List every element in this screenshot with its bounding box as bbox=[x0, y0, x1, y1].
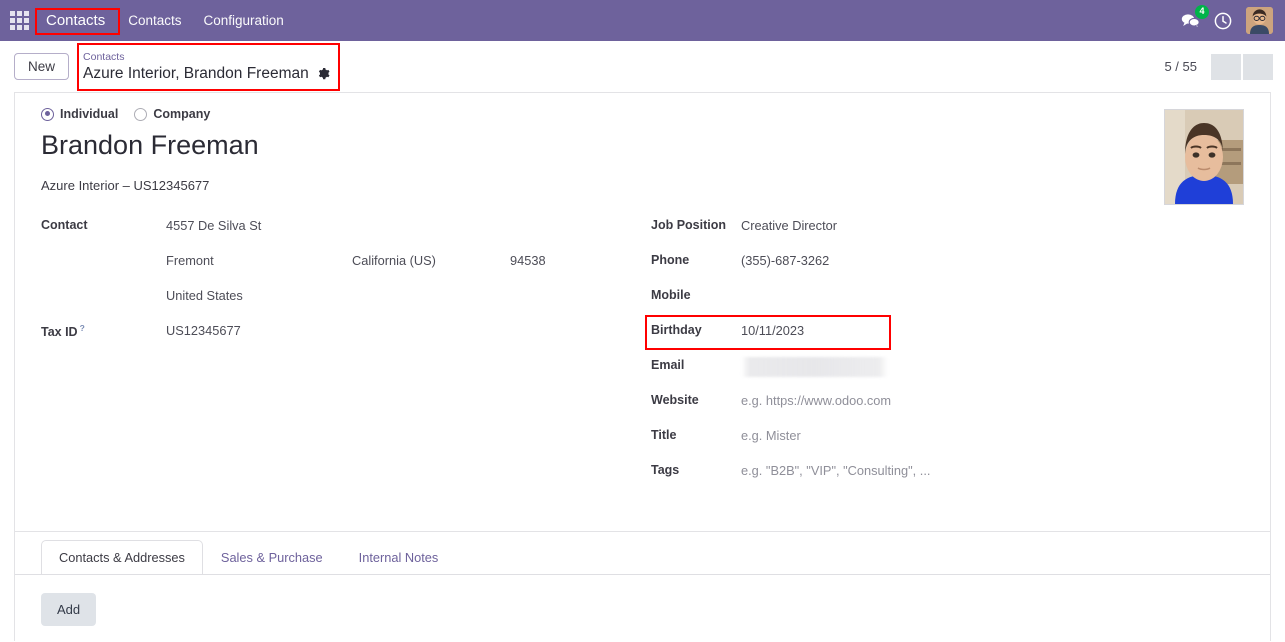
top-navbar: Contacts Contacts Configuration 4 bbox=[0, 0, 1285, 41]
breadcrumb: Contacts Azure Interior, Brandon Freeman bbox=[77, 42, 340, 91]
field-email: Email bbox=[651, 355, 1244, 382]
address-line: Fremont California (US) 94538 bbox=[166, 250, 546, 268]
clock-icon[interactable] bbox=[1214, 12, 1232, 30]
pager: 5 / 55 bbox=[1164, 53, 1273, 80]
value-phone[interactable]: (355)-687-3262 bbox=[741, 250, 829, 268]
tab-internal-notes[interactable]: Internal Notes bbox=[341, 540, 457, 575]
label-birthday: Birthday bbox=[651, 323, 702, 337]
breadcrumb-current-record: Azure Interior, Brandon Freeman bbox=[83, 64, 309, 82]
label-mobile: Mobile bbox=[651, 288, 691, 302]
value-title-placeholder[interactable]: e.g. Mister bbox=[741, 425, 801, 443]
radio-option-company[interactable]: Company bbox=[134, 107, 210, 121]
sheet-wrapper: Individual Company Brandon Freeman Azure… bbox=[0, 92, 1285, 641]
notebook: Contacts & Addresses Sales & Purchase In… bbox=[15, 531, 1270, 626]
parent-company-line[interactable]: Azure Interior – US12345677 bbox=[41, 178, 1244, 193]
field-mobile: Mobile bbox=[651, 285, 1244, 312]
field-tags: Tags e.g. "B2B", "VIP", "Consulting", ..… bbox=[651, 460, 1244, 487]
help-icon[interactable]: ? bbox=[80, 323, 85, 333]
pager-count: 5 / 55 bbox=[1164, 59, 1197, 74]
label-title: Title bbox=[651, 428, 677, 442]
contact-type-radio-group: Individual Company bbox=[41, 107, 1244, 121]
field-phone: Phone (355)-687-3262 bbox=[651, 250, 1244, 277]
messages-icon[interactable]: 4 bbox=[1181, 5, 1209, 29]
nav-menu-configuration[interactable]: Configuration bbox=[192, 8, 294, 33]
field-columns: Contact 4557 De Silva St Fremont Califor… bbox=[41, 215, 1244, 495]
notebook-tab-list: Contacts & Addresses Sales & Purchase In… bbox=[41, 531, 1244, 575]
field-website: Website e.g. https://www.odoo.com bbox=[651, 390, 1244, 417]
radio-individual-label: Individual bbox=[60, 107, 119, 121]
value-country[interactable]: United States bbox=[166, 285, 243, 303]
navbar-brand[interactable]: Contacts bbox=[38, 8, 113, 33]
nav-menu-contacts[interactable]: Contacts bbox=[117, 8, 192, 33]
field-contact-street: Contact 4557 De Silva St bbox=[41, 215, 651, 242]
label-contact: Contact bbox=[41, 218, 88, 232]
gear-icon[interactable] bbox=[316, 66, 330, 80]
label-website: Website bbox=[651, 393, 699, 407]
record-form-sheet: Individual Company Brandon Freeman Azure… bbox=[14, 92, 1271, 641]
label-tax-id: Tax ID? bbox=[41, 320, 166, 339]
field-contact-country: United States bbox=[41, 285, 651, 312]
value-city[interactable]: Fremont bbox=[166, 250, 352, 268]
record-name[interactable]: Brandon Freeman bbox=[41, 127, 1244, 163]
tab-sales-purchase[interactable]: Sales & Purchase bbox=[203, 540, 341, 575]
navbar-brand-highlight: Contacts bbox=[34, 7, 121, 35]
control-panel: New Contacts Azure Interior, Brandon Fre… bbox=[0, 41, 1285, 92]
value-street[interactable]: 4557 De Silva St bbox=[166, 215, 261, 233]
notebook-panel: Add bbox=[41, 575, 1244, 626]
field-contact-city-state-zip: Fremont California (US) 94538 bbox=[41, 250, 651, 277]
field-job-position: Job Position Creative Director bbox=[651, 215, 1244, 242]
field-title: Title e.g. Mister bbox=[651, 425, 1244, 452]
label-tax-id-text: Tax ID bbox=[41, 325, 78, 340]
right-field-column: Job Position Creative Director Phone (35… bbox=[645, 215, 1244, 495]
radio-company-icon[interactable] bbox=[134, 107, 148, 121]
label-email: Email bbox=[651, 358, 685, 372]
add-button[interactable]: Add bbox=[41, 593, 97, 626]
label-spacer bbox=[41, 250, 166, 253]
tab-contacts-addresses[interactable]: Contacts & Addresses bbox=[41, 540, 203, 575]
breadcrumb-parent-link[interactable]: Contacts bbox=[83, 51, 330, 64]
user-avatar[interactable] bbox=[1246, 7, 1273, 34]
apps-grid-icon[interactable] bbox=[8, 10, 30, 32]
pager-previous-button[interactable] bbox=[1211, 53, 1241, 80]
breadcrumb-current-row: Azure Interior, Brandon Freeman bbox=[83, 64, 330, 83]
value-state[interactable]: California (US) bbox=[352, 250, 510, 268]
label-job-position: Job Position bbox=[651, 218, 726, 232]
new-button[interactable]: New bbox=[14, 53, 70, 80]
tab-underline bbox=[15, 574, 1270, 575]
value-birthday[interactable]: 10/11/2023 bbox=[741, 320, 804, 338]
radio-option-individual[interactable]: Individual bbox=[41, 107, 118, 121]
label-spacer-2 bbox=[41, 285, 166, 288]
pager-next-button[interactable] bbox=[1243, 53, 1273, 80]
contact-photo[interactable] bbox=[1164, 109, 1244, 205]
field-tax-id: Tax ID? US12345677 bbox=[41, 320, 651, 347]
navbar-right-tools: 4 bbox=[1181, 5, 1275, 34]
value-tax-id[interactable]: US12345677 bbox=[166, 320, 241, 338]
value-zip[interactable]: 94538 bbox=[510, 250, 546, 268]
field-birthday: Birthday 10/11/2023 bbox=[645, 315, 1244, 350]
label-phone: Phone bbox=[651, 253, 690, 267]
radio-individual-icon[interactable] bbox=[41, 107, 54, 121]
messages-count-badge: 4 bbox=[1195, 5, 1209, 19]
value-job-position[interactable]: Creative Director bbox=[741, 215, 837, 233]
value-website-placeholder[interactable]: e.g. https://www.odoo.com bbox=[741, 390, 891, 408]
radio-company-label: Company bbox=[153, 107, 211, 121]
value-email-redacted[interactable] bbox=[741, 357, 888, 377]
value-tags-placeholder[interactable]: e.g. "B2B", "VIP", "Consulting", ... bbox=[741, 460, 930, 478]
label-tags: Tags bbox=[651, 463, 680, 477]
left-field-column: Contact 4557 De Silva St Fremont Califor… bbox=[41, 215, 651, 495]
